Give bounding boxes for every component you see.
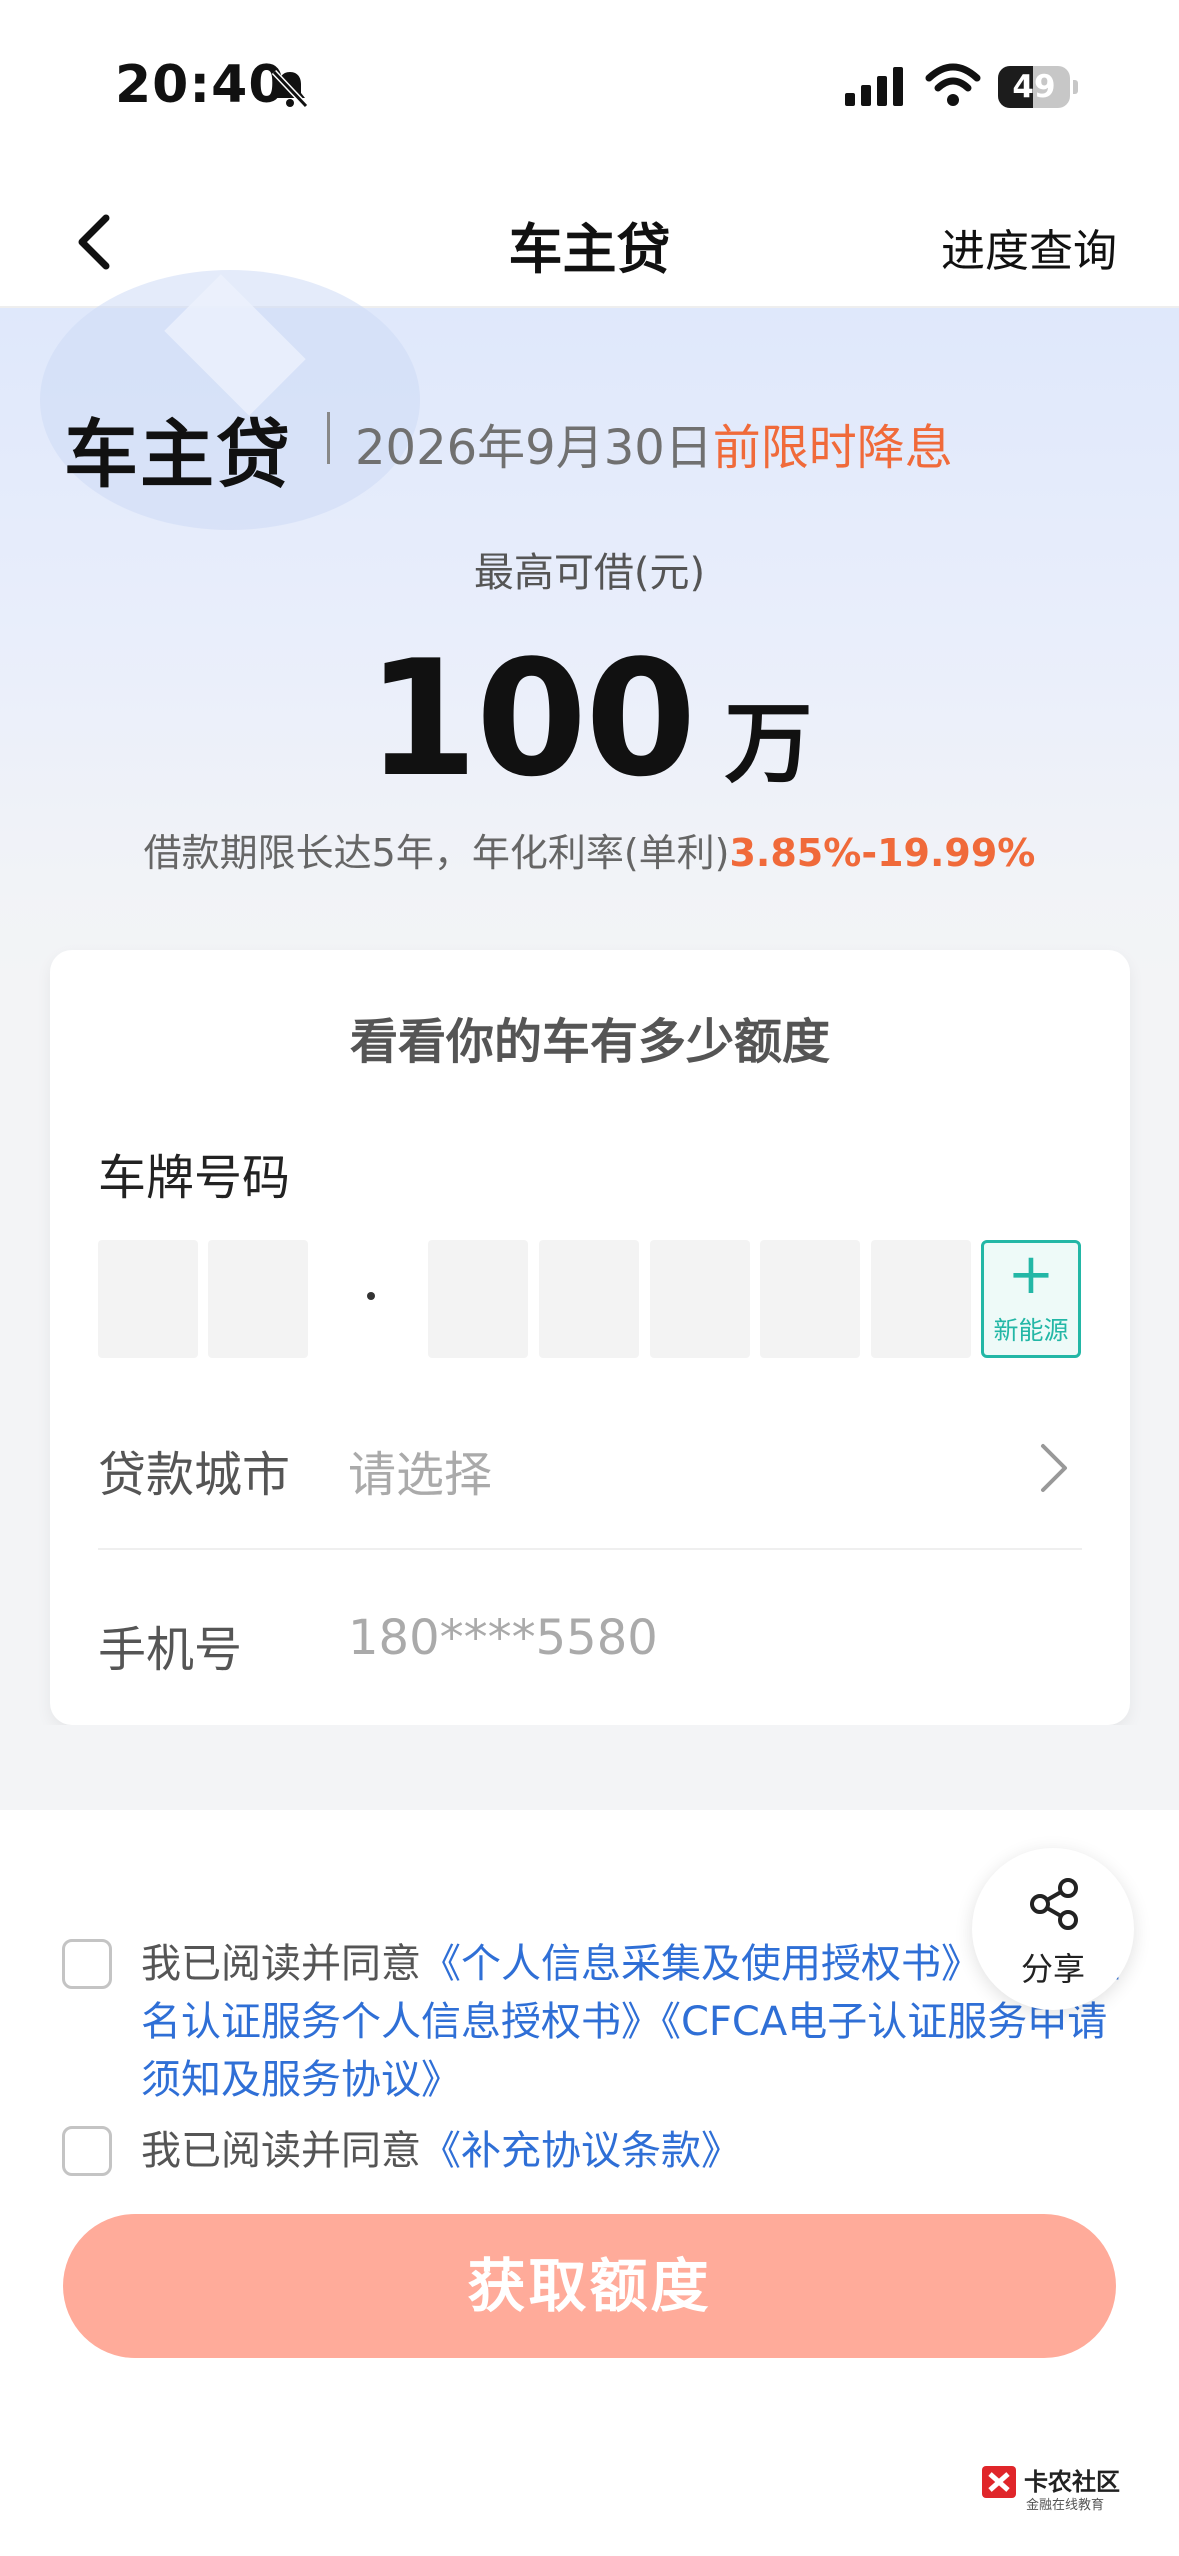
plus-icon: +	[1007, 1242, 1055, 1307]
brand-logo: 车主贷	[64, 412, 292, 498]
phone-label: 手机号	[98, 1622, 243, 1678]
brand-divider	[327, 412, 330, 464]
new-energy-label: 新能源	[993, 1316, 1069, 1345]
status-bar: 20:40 49	[0, 0, 1179, 175]
watermark-title: 卡农社区	[1024, 2468, 1120, 2496]
get-quota-button[interactable]: 获取额度	[63, 2214, 1116, 2358]
chevron-right-icon[interactable]	[1035, 1440, 1071, 1496]
battery-level: 49	[1012, 69, 1056, 105]
agreement-prefix: 我已阅读并同意	[141, 1941, 421, 1987]
section-separator	[0, 1725, 1179, 1810]
signal-icon	[845, 67, 903, 106]
amount-number: 100	[366, 625, 697, 812]
bell-off-icon	[271, 69, 309, 109]
plate-char-box[interactable]	[208, 1240, 308, 1358]
max-amount: 100 万	[0, 625, 1179, 812]
loan-city-label: 贷款城市	[98, 1447, 291, 1503]
amount-unit: 万	[724, 692, 813, 795]
promo-text: 2026年9月30日前限时降息	[355, 408, 953, 478]
plate-char-box[interactable]	[98, 1240, 198, 1358]
plate-char-box[interactable]	[760, 1240, 860, 1358]
status-time: 20:40	[115, 55, 286, 115]
plate-separator-dot	[367, 1292, 375, 1300]
battery-indicator: 49	[998, 66, 1078, 108]
phone-field[interactable]: 180****5580	[348, 1610, 658, 1666]
share-button[interactable]: 分享	[972, 1848, 1134, 2010]
share-icon	[1030, 1878, 1078, 1930]
quota-form-card: 看看你的车有多少额度 车牌号码 + 新能源 贷款城市 请选择 手机号 180**…	[50, 950, 1130, 1725]
max-borrow-label: 最高可借(元)	[473, 550, 706, 596]
plate-number-label: 车牌号码	[98, 1150, 291, 1206]
watermark-logo	[982, 2466, 1016, 2498]
supplementary-agreement-link[interactable]: 《补充协议条款》	[421, 2128, 741, 2174]
form-title: 看看你的车有多少额度	[349, 1014, 830, 1070]
new-energy-plate-button[interactable]: + 新能源	[981, 1240, 1081, 1358]
wifi-icon	[925, 63, 981, 106]
progress-query-link[interactable]: 进度查询	[941, 215, 1117, 279]
agreement-text-2: 我已阅读并同意《补充协议条款》	[141, 2122, 1126, 2180]
promo-tag: 前限时降息	[712, 420, 953, 476]
plate-char-box[interactable]	[871, 1240, 971, 1358]
share-label: 分享	[1020, 1950, 1085, 1988]
term-description: 借款期限长达5年，年化利率(单利)	[143, 831, 730, 875]
agreement-checkbox-2[interactable]	[62, 2126, 112, 2176]
interest-rate-range: 3.85%-19.99%	[729, 831, 1036, 875]
watermark-subtitle: 金融在线教育	[1026, 2498, 1105, 2513]
row-divider	[98, 1548, 1082, 1550]
plate-char-box[interactable]	[428, 1240, 528, 1358]
agreement-checkbox-1[interactable]	[62, 1939, 112, 1989]
loan-city-select[interactable]: 请选择	[348, 1435, 492, 1505]
loan-terms: 借款期限长达5年，年化利率(单利)3.85%-19.99%	[0, 822, 1179, 877]
agreement-prefix: 我已阅读并同意	[141, 2128, 421, 2174]
promo-date: 2026年9月30日	[355, 420, 713, 476]
plate-char-box[interactable]	[539, 1240, 639, 1358]
plate-char-box[interactable]	[650, 1240, 750, 1358]
